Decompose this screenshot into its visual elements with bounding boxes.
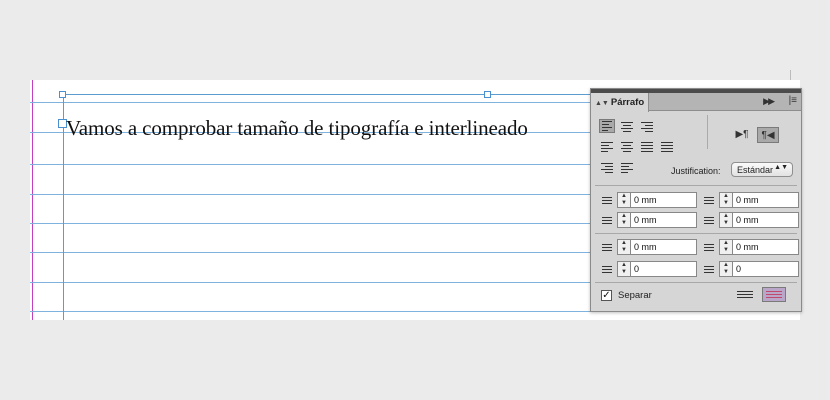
hyphenate-label: Separar xyxy=(618,290,652,301)
divider xyxy=(595,233,797,234)
last-line-indent-field: ▲ ▼ 0 mm xyxy=(699,212,799,228)
align-right-icon[interactable] xyxy=(639,120,655,134)
align-center-icon[interactable] xyxy=(619,120,635,134)
justify-center-icon[interactable] xyxy=(619,140,635,154)
space-after-input[interactable]: 0 mm xyxy=(733,239,799,255)
first-line-indent-stepper[interactable]: ▲ ▼ xyxy=(617,212,631,228)
first-line-indent-icon xyxy=(597,213,613,227)
panel-title: Párrafo xyxy=(610,97,645,108)
right-indent-stepper[interactable]: ▲ ▼ xyxy=(719,192,733,208)
last-line-indent-icon xyxy=(699,213,715,227)
right-indent-icon xyxy=(699,193,715,207)
drop-cap-lines-input[interactable]: 0 xyxy=(631,261,697,277)
align-away-spine-icon[interactable] xyxy=(619,161,635,175)
space-before-field: ▲ ▼ 0 mm xyxy=(597,239,697,255)
drop-cap-lines-stepper[interactable]: ▲ ▼ xyxy=(617,261,631,277)
space-after-icon xyxy=(699,240,715,254)
first-line-indent-input[interactable]: 0 mm xyxy=(631,212,697,228)
left-indent-field: ▲ ▼ 0 mm xyxy=(597,192,697,208)
panel-header: ▲▼ Párrafo ▶▶ |≡ xyxy=(591,93,801,112)
left-to-right-direction-icon[interactable]: ▶¶ xyxy=(731,127,753,143)
drop-cap-lines-icon xyxy=(597,262,613,276)
right-to-left-direction-icon[interactable]: ¶◀ xyxy=(757,127,779,143)
collapse-panel-icon[interactable]: ▶▶ xyxy=(763,96,775,107)
drop-cap-chars-field: ▲ ▼ 0 xyxy=(699,261,799,277)
panel-options-icon[interactable]: ▲▼ xyxy=(595,100,609,107)
justify-right-icon[interactable] xyxy=(639,140,655,154)
right-indent-input[interactable]: 0 mm xyxy=(733,192,799,208)
justification-value: Estándar xyxy=(737,165,774,175)
paragraph-shading-icon[interactable] xyxy=(762,287,786,302)
paragraph-rules-icon[interactable] xyxy=(737,291,753,301)
drop-cap-chars-stepper[interactable]: ▲ ▼ xyxy=(719,261,733,277)
divider xyxy=(707,115,708,149)
hyphenate-checkbox[interactable]: ✓ xyxy=(601,290,612,301)
document-text[interactable]: Vamos a comprobar tamaño de tipografía e… xyxy=(66,116,528,141)
ruler-tick xyxy=(790,70,796,80)
frame-handle-top-left[interactable] xyxy=(59,91,66,98)
right-indent-field: ▲ ▼ 0 mm xyxy=(699,192,799,208)
panel-menu-icon[interactable]: |≡ xyxy=(789,95,797,106)
page-margin-guide-left xyxy=(32,80,33,320)
justification-label: Justification: xyxy=(671,166,721,176)
justify-all-icon[interactable] xyxy=(659,140,675,154)
divider xyxy=(595,185,797,186)
align-towards-spine-icon[interactable] xyxy=(599,161,615,175)
tab-paragraph[interactable]: ▲▼ Párrafo xyxy=(591,93,649,112)
align-left-icon[interactable] xyxy=(599,119,615,133)
space-after-field: ▲ ▼ 0 mm xyxy=(699,239,799,255)
drop-cap-chars-icon xyxy=(699,262,715,276)
last-line-indent-input[interactable]: 0 mm xyxy=(733,212,799,228)
first-line-indent-field: ▲ ▼ 0 mm xyxy=(597,212,697,228)
justification-select[interactable]: Estándar ▲▼ xyxy=(731,162,793,177)
last-line-indent-stepper[interactable]: ▲ ▼ xyxy=(719,212,733,228)
space-before-stepper[interactable]: ▲ ▼ xyxy=(617,239,631,255)
space-after-stepper[interactable]: ▲ ▼ xyxy=(719,239,733,255)
left-indent-icon xyxy=(597,193,613,207)
drop-cap-chars-input[interactable]: 0 xyxy=(733,261,799,277)
divider xyxy=(595,282,797,283)
drop-cap-lines-field: ▲ ▼ 0 xyxy=(597,261,697,277)
left-indent-input[interactable]: 0 mm xyxy=(631,192,697,208)
chevron-up-down-icon: ▲▼ xyxy=(774,164,788,171)
left-indent-stepper[interactable]: ▲ ▼ xyxy=(617,192,631,208)
space-before-icon xyxy=(597,240,613,254)
justify-left-icon[interactable] xyxy=(599,140,615,154)
paragraph-panel: ▲▼ Párrafo ▶▶ |≡ ▶¶ ¶◀ Justification: Est… xyxy=(590,88,802,312)
frame-handle-top-center[interactable] xyxy=(484,91,491,98)
space-before-input[interactable]: 0 mm xyxy=(631,239,697,255)
